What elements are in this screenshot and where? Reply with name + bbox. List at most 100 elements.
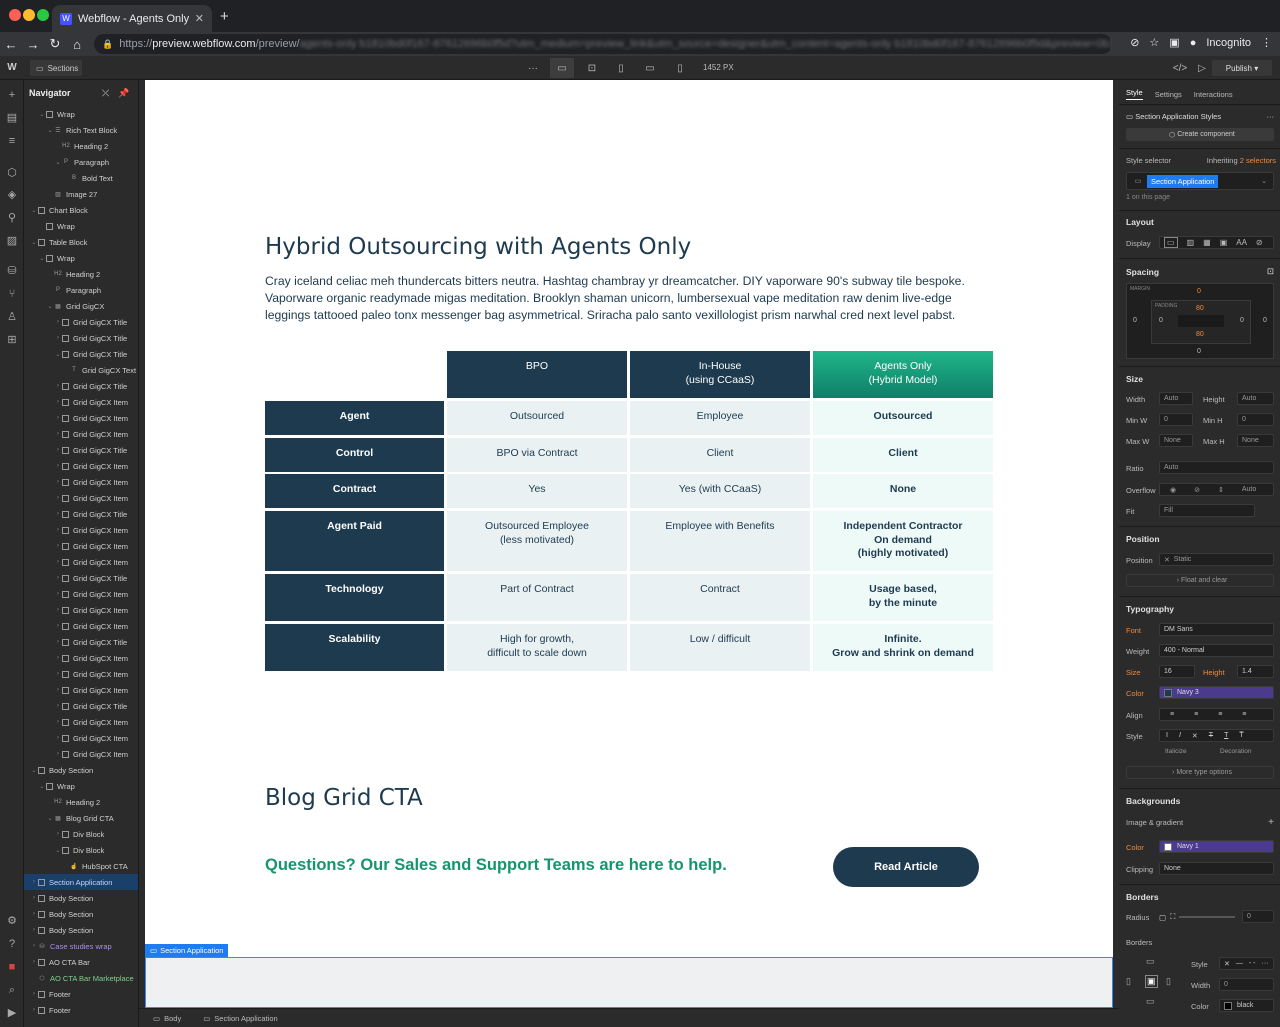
navigator-item[interactable]: ⌄ Grid GigCX Title: [24, 346, 138, 362]
publish-button[interactable]: Publish ▾: [1212, 60, 1272, 76]
landscape-breakpoint-icon[interactable]: ▭: [638, 58, 662, 78]
radius-input[interactable]: 0: [1242, 910, 1274, 923]
chevron-right-icon[interactable]: ›: [30, 911, 38, 917]
forward-icon[interactable]: →: [22, 37, 44, 52]
new-tab-icon[interactable]: +: [220, 8, 229, 25]
chevron-right-icon[interactable]: ›: [54, 591, 62, 597]
navigator-item[interactable]: ⌄ Chart Block: [24, 202, 138, 218]
height-input[interactable]: Auto: [1237, 392, 1274, 405]
breadcrumb-body[interactable]: ▭ Body: [145, 1014, 189, 1023]
padding-bottom[interactable]: 80: [1196, 331, 1204, 338]
chevron-right-icon[interactable]: ›: [30, 1007, 38, 1013]
chevron-right-icon[interactable]: ›: [54, 607, 62, 613]
code-icon[interactable]: </>: [1168, 58, 1192, 78]
chevron-right-icon[interactable]: ›: [30, 991, 38, 997]
min-height-input[interactable]: 0: [1237, 413, 1274, 426]
borders-heading[interactable]: Borders: [1126, 892, 1159, 902]
sidebar-icon[interactable]: ▣: [1169, 36, 1179, 49]
position-select[interactable]: ✕ Static: [1159, 553, 1274, 566]
selector-chip[interactable]: Section Application: [1147, 174, 1219, 188]
navigator-item[interactable]: › Grid GigCX Title: [24, 698, 138, 714]
chevron-right-icon[interactable]: ›: [30, 879, 38, 885]
navigator-item[interactable]: ⬡ AO CTA Bar Marketplace: [24, 970, 138, 986]
spacing-heading[interactable]: Spacing: [1126, 267, 1159, 277]
chevron-right-icon[interactable]: ›: [54, 463, 62, 469]
navigator-item[interactable]: › Grid GigCX Item: [24, 426, 138, 442]
logic-icon[interactable]: ⑂: [5, 287, 19, 301]
navigator-item[interactable]: › Grid GigCX Item: [24, 650, 138, 666]
navigator-item[interactable]: P Paragraph: [24, 282, 138, 298]
navigator-item[interactable]: › Grid GigCX Title: [24, 330, 138, 346]
inheriting-count[interactable]: 2 selectors: [1240, 156, 1276, 165]
fit-select[interactable]: Fill: [1159, 504, 1255, 517]
close-tab-icon[interactable]: ✕: [195, 12, 204, 25]
navigator-item[interactable]: Wrap: [24, 218, 138, 234]
breadcrumb-section[interactable]: ▭ Section Application: [195, 1014, 285, 1023]
max-height-input[interactable]: None: [1237, 434, 1274, 447]
chevron-right-icon[interactable]: ›: [30, 927, 38, 933]
navigator-item[interactable]: ☝ HubSpot CTA: [24, 858, 138, 874]
position-heading[interactable]: Position: [1126, 534, 1160, 544]
font-select[interactable]: DM Sans: [1159, 623, 1274, 636]
navigator-item[interactable]: ⌄ Div Block: [24, 842, 138, 858]
reload-icon[interactable]: ↻: [44, 36, 66, 52]
minimize-window-icon[interactable]: [23, 9, 35, 21]
navigator-item[interactable]: › Grid GigCX Title: [24, 506, 138, 522]
chevron-right-icon[interactable]: ›: [54, 687, 62, 693]
navigator-item[interactable]: H2 Heading 2: [24, 266, 138, 282]
navigator-item[interactable]: ⌄ Wrap: [24, 250, 138, 266]
border-width-input[interactable]: 0: [1219, 978, 1274, 991]
navigator-item[interactable]: ⌄ Table Block: [24, 234, 138, 250]
section-application[interactable]: [145, 957, 1113, 1008]
tab-settings[interactable]: Settings: [1155, 90, 1182, 99]
width-input[interactable]: Auto: [1159, 392, 1193, 405]
navigator-item[interactable]: › Grid GigCX Item: [24, 730, 138, 746]
margin-bottom[interactable]: 0: [1197, 348, 1201, 355]
navigator-item[interactable]: › Grid GigCX Item: [24, 490, 138, 506]
star-icon[interactable]: ☆: [1149, 36, 1159, 49]
navigator-item[interactable]: › Grid GigCX Item: [24, 586, 138, 602]
webflow-logo-icon[interactable]: W: [0, 62, 24, 73]
navigator-item[interactable]: ⌄ Wrap: [24, 778, 138, 794]
margin-top[interactable]: 0: [1197, 288, 1201, 295]
page-heading[interactable]: Hybrid Outsourcing with Agents Only: [265, 234, 691, 260]
components-icon[interactable]: ⬡: [5, 166, 19, 180]
search-icon[interactable]: ⌕: [5, 983, 19, 997]
navigator-item[interactable]: › Div Block: [24, 826, 138, 842]
cms-icon[interactable]: ⛁: [5, 264, 19, 278]
navigator-item[interactable]: ⌄ Body Section: [24, 762, 138, 778]
display-options[interactable]: ▭ ▥ ▦ ▣ AA ⊘: [1159, 236, 1274, 249]
apps-icon[interactable]: ⊞: [5, 333, 19, 347]
chevron-right-icon[interactable]: ›: [54, 671, 62, 677]
chevron-down-icon[interactable]: ⌄: [46, 303, 54, 310]
padding-left[interactable]: 0: [1159, 317, 1163, 324]
video-icon[interactable]: ▶: [5, 1006, 19, 1020]
padding-top[interactable]: 80: [1196, 305, 1204, 312]
navigator-item[interactable]: › Grid GigCX Item: [24, 458, 138, 474]
chevron-right-icon[interactable]: ›: [54, 831, 62, 837]
chevron-right-icon[interactable]: ›: [54, 719, 62, 725]
min-width-input[interactable]: 0: [1159, 413, 1193, 426]
chevron-down-icon[interactable]: ⌄: [54, 351, 62, 358]
chevron-right-icon[interactable]: ›: [30, 959, 38, 965]
overflow-options[interactable]: ◉ ⊘ ⇕ Auto: [1159, 483, 1274, 496]
tab-interactions[interactable]: Interactions: [1194, 90, 1233, 99]
navigator-item[interactable]: › Grid GigCX Title: [24, 442, 138, 458]
back-icon[interactable]: ←: [0, 37, 22, 52]
chevron-down-icon[interactable]: ⌄: [46, 127, 54, 134]
collapse-icon[interactable]: ⤫: [102, 88, 109, 99]
help-icon[interactable]: ?: [5, 937, 19, 951]
navigator-item[interactable]: › Grid GigCX Item: [24, 538, 138, 554]
navigator-item[interactable]: › Grid GigCX Title: [24, 570, 138, 586]
chevron-down-icon[interactable]: ⌄: [30, 239, 38, 246]
navigator-item[interactable]: › Grid GigCX Title: [24, 634, 138, 650]
tab-style[interactable]: Style: [1126, 88, 1143, 100]
pin-icon[interactable]: 📌: [118, 88, 129, 99]
typography-heading[interactable]: Typography: [1126, 604, 1174, 614]
chevron-down-icon[interactable]: ⌄: [38, 783, 46, 790]
border-color-field[interactable]: black: [1219, 999, 1274, 1012]
navigator-item[interactable]: › AO CTA Bar: [24, 954, 138, 970]
eye-off-icon[interactable]: ⊘: [1130, 36, 1139, 49]
chevron-right-icon[interactable]: ›: [30, 895, 38, 901]
desktop-breakpoint-icon[interactable]: ▭: [550, 58, 574, 78]
